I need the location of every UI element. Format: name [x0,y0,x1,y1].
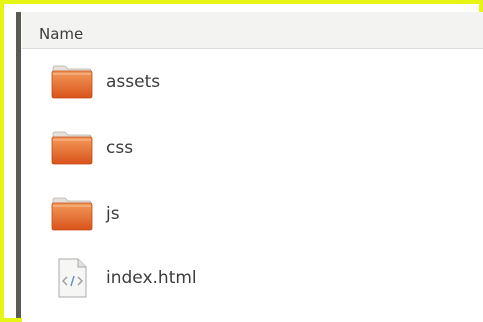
window-frame: Name assets css js index.html [0,0,483,322]
column-header-name[interactable]: Name [22,12,483,49]
column-header-label: Name [39,25,84,43]
list-item-css[interactable]: css [22,118,483,184]
list-item-assets[interactable]: assets [22,52,483,118]
html-file-icon [50,256,94,300]
item-name: css [106,138,134,158]
item-name: js [106,204,120,224]
folder-icon [50,60,94,104]
folder-icon [50,192,94,236]
file-list: Name assets css js index.html [22,12,483,322]
item-name: assets [106,72,161,92]
item-name: index.html [106,268,197,288]
pane-divider [16,12,21,318]
list-item-js[interactable]: js [22,184,483,250]
folder-icon [50,126,94,170]
list-item-index-html[interactable]: index.html [22,248,483,314]
